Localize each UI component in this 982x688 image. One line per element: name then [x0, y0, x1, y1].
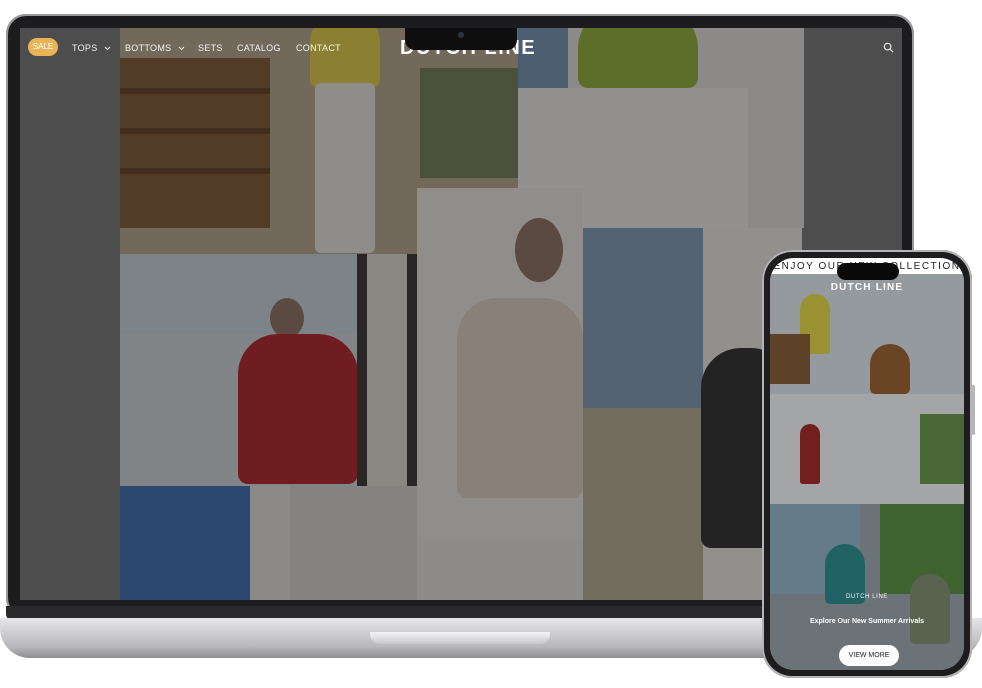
chevron-down-icon — [178, 46, 185, 51]
nav-contact-link[interactable]: CONTACT — [296, 43, 341, 53]
phone-dynamic-island — [837, 263, 899, 280]
phone-side-button — [971, 385, 975, 435]
photo-tile-door — [357, 254, 417, 486]
chevron-down-icon — [105, 46, 111, 51]
photo-tile-bottom — [417, 540, 583, 600]
nav-tops-label: TOPS — [72, 43, 98, 53]
mobile-brand-logo[interactable]: DUTCH LINE — [770, 282, 964, 293]
nav-tops-link[interactable]: TOPS — [72, 43, 111, 53]
laptop-trackpad-notch — [370, 632, 550, 644]
search-icon[interactable] — [883, 42, 894, 53]
photo-tile-white-building — [120, 486, 417, 600]
photo-tile-red-shirt — [120, 254, 357, 486]
nav-bottoms-link[interactable]: BOTTOMS — [125, 43, 185, 53]
photo-tile-beige-shirt — [417, 188, 583, 540]
hero-headline: Explore Our New Summer Arrivals — [809, 618, 925, 625]
hero-brand-caption: DUTCH LINE — [845, 594, 888, 600]
nav-sale-link[interactable]: SALE — [28, 38, 58, 56]
nav-catalog-link[interactable]: CATALOG — [237, 43, 281, 53]
view-more-button[interactable]: VIEW MORE — [839, 645, 899, 666]
camera-icon — [458, 32, 464, 38]
nav-bottoms-label: BOTTOMS — [125, 43, 172, 53]
nav-sets-link[interactable]: SETS — [198, 43, 223, 53]
mobile-website: ENJOY OUR NEW COLLECTION DUTCH LINE DUTC… — [770, 258, 964, 670]
mobile-photo-middle — [770, 394, 964, 504]
